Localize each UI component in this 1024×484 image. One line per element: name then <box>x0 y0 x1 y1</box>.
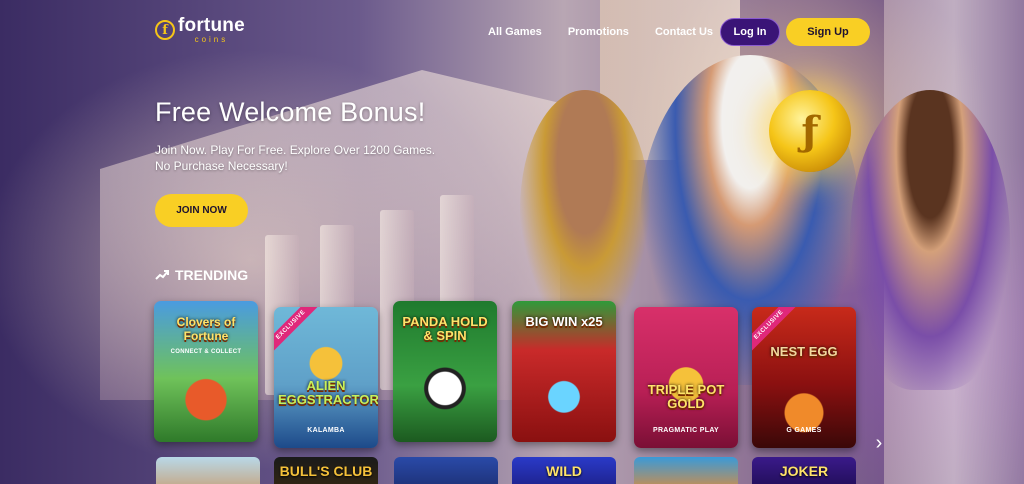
game-card-panda-hold-and-spin[interactable]: PANDA HOLD & SPIN <box>393 301 497 442</box>
logo[interactable]: f fortune coins <box>155 16 245 44</box>
nav-all-games[interactable]: All Games <box>488 26 542 38</box>
gold-coin-icon: ƒ <box>769 90 851 172</box>
hero-subtitle-line: Join Now. Play For Free. Explore Over 12… <box>155 143 436 157</box>
trending-up-icon <box>155 270 169 280</box>
game-card-title: BIG WIN x25 <box>525 314 603 329</box>
login-button[interactable]: Log In <box>720 18 780 46</box>
game-card-title: ALIEN EGGSTRACTORS <box>278 378 378 407</box>
goddess-illustration <box>850 90 1010 390</box>
game-card-triple-pot-gold[interactable]: TRIPLE POT GOLD PRAGMATIC PLAY <box>634 307 738 448</box>
game-card-title: TRIPLE POT GOLD <box>647 382 725 411</box>
game-card[interactable] <box>156 457 260 484</box>
game-card-title: NEST EGG <box>770 344 838 359</box>
join-now-button[interactable]: JOIN NOW <box>155 194 248 227</box>
game-card[interactable] <box>634 457 738 484</box>
game-card-alien-eggstractors[interactable]: EXCLUSIVE ALIEN EGGSTRACTORS KALAMBA <box>274 307 378 448</box>
game-card-provider: G GAMES <box>786 427 822 434</box>
game-card-title: BULL'S CLUB <box>279 463 373 479</box>
game-card-provider: KALAMBA <box>307 427 345 434</box>
goddess-illustration <box>520 90 650 330</box>
chevron-right-icon[interactable]: › <box>870 433 888 453</box>
game-card-title: Clovers of Fortune <box>176 315 236 343</box>
nav-contact-us[interactable]: Contact Us <box>655 26 713 38</box>
game-card-tagline: CONNECT & COLLECT <box>170 349 242 355</box>
game-card-provider: PRAGMATIC PLAY <box>652 427 720 434</box>
signup-button[interactable]: Sign Up <box>786 18 870 46</box>
game-card-big-win-x25[interactable]: BIG WIN x25 <box>512 301 616 442</box>
game-card-title: PANDA HOLD & SPIN <box>402 314 488 343</box>
game-card-wild[interactable]: WILD <box>512 457 616 484</box>
main-nav: All Games Promotions Contact Us <box>488 26 739 38</box>
game-card-title: JOKER <box>779 463 829 479</box>
trending-heading: TRENDING <box>155 267 248 283</box>
hero-subtitle: Join Now. Play For Free. Explore Over 12… <box>155 142 455 174</box>
logo-word: fortune <box>178 15 245 36</box>
game-card-bulls-club[interactable]: BULL'S CLUB <box>274 457 378 484</box>
logo-subtitle: coins <box>194 35 229 44</box>
coin-logo-icon: f <box>155 20 175 40</box>
game-card-title: WILD <box>546 463 582 479</box>
game-card-clovers-of-fortune[interactable]: Clovers of Fortune CONNECT & COLLECT <box>154 301 258 442</box>
hero-title: Free Welcome Bonus! <box>155 97 426 127</box>
game-card-joker[interactable]: JOKER <box>752 457 856 484</box>
game-card-nest-egg[interactable]: EXCLUSIVE NEST EGG G GAMES <box>752 307 856 448</box>
hero-subtitle-line: No Purchase Necessary! <box>155 159 288 173</box>
nav-promotions[interactable]: Promotions <box>568 26 629 38</box>
game-card[interactable] <box>394 457 498 484</box>
trending-label: TRENDING <box>175 267 249 283</box>
